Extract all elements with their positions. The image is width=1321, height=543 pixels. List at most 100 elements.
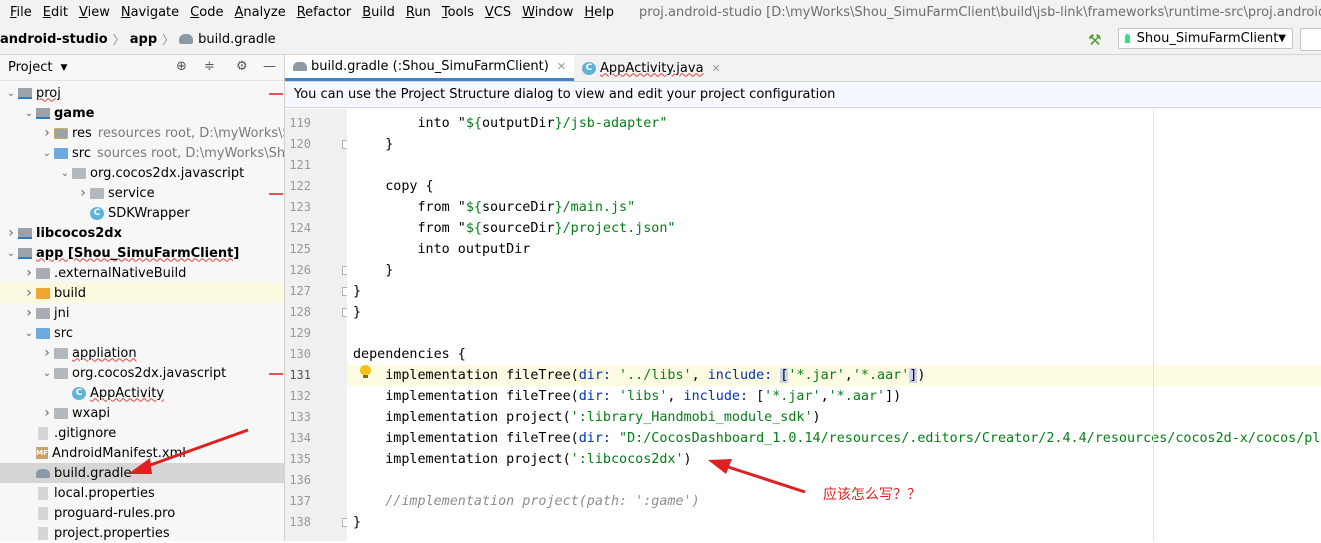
chevron-right-icon[interactable]: › [40, 405, 54, 421]
menu-item-navigate[interactable]: Navigate [117, 5, 183, 20]
chevron-down-icon[interactable]: ⌄ [4, 248, 18, 259]
menu-item-run[interactable]: Run [402, 5, 435, 20]
error-stripe-mark [269, 373, 283, 375]
tree-item-path: resources root, D:\myWorks\Shou [97, 125, 284, 141]
gear-icon[interactable]: ⚙ [236, 59, 248, 74]
tree-item[interactable]: C AppActivity [0, 383, 284, 403]
chevron-down-icon[interactable]: ▼ [60, 63, 67, 73]
code-line[interactable]: implementation fileTree(dir: "D:/CocosDa… [347, 428, 1321, 449]
breadcrumb-file[interactable]: build.gradle [198, 32, 276, 47]
menu-item-analyze[interactable]: Analyze [230, 5, 289, 20]
menu-item-refactor[interactable]: Refactor [293, 5, 356, 20]
tree-item[interactable]: local.properties [0, 483, 284, 503]
tree-item-label: res [72, 125, 92, 141]
tree-item[interactable]: › wxapi [0, 403, 284, 423]
chevron-down-icon[interactable]: ⌄ [40, 368, 54, 379]
code-line[interactable]: implementation fileTree(dir: '../libs', … [347, 365, 1321, 386]
chevron-down-icon[interactable]: ⌄ [22, 328, 36, 339]
code-line[interactable]: copy { [347, 176, 1321, 197]
code-line[interactable]: dependencies { [347, 344, 1321, 365]
intention-bulb-icon[interactable] [360, 365, 371, 378]
chevron-right-icon[interactable]: › [40, 345, 54, 361]
line-number: 134 [289, 431, 311, 445]
tree-item[interactable]: › res resources root, D:\myWorks\Shou [0, 123, 284, 143]
code-line[interactable]: implementation project(':libcocos2dx') [347, 449, 1321, 470]
tree-item-label: src [54, 325, 73, 341]
menu-item-view[interactable]: View [75, 5, 114, 20]
chevron-down-icon[interactable]: ⌄ [40, 148, 54, 159]
code-line[interactable]: implementation fileTree(dir: 'libs', inc… [347, 386, 1321, 407]
device-selector-button[interactable] [1300, 28, 1321, 51]
code-line[interactable]: } [347, 281, 1321, 302]
chevron-right-icon[interactable]: › [22, 265, 36, 281]
chevron-right-icon[interactable]: › [76, 185, 90, 201]
class-icon: C [72, 386, 86, 400]
tree-item[interactable]: ⌄ org.cocos2dx.javascript [0, 363, 284, 383]
menu-item-edit[interactable]: Edit [39, 5, 72, 20]
menu-item-code[interactable]: Code [186, 5, 227, 20]
tree-item[interactable]: ⌄ proj [0, 83, 284, 103]
tree-item[interactable]: › appliation [0, 343, 284, 363]
code-token: ':library_Handmobi_module_sdk' [570, 410, 813, 425]
chevron-right-icon[interactable]: › [4, 225, 18, 241]
tree-item[interactable]: proguard-rules.pro [0, 503, 284, 523]
window-title: proj.android-studio [D:\myWorks\Shou_Sim… [639, 4, 1321, 20]
tree-item[interactable]: › libcocos2dx [0, 223, 284, 243]
chevron-down-icon[interactable]: ⌄ [22, 108, 36, 119]
tree-item[interactable]: ⌄ org.cocos2dx.javascript [0, 163, 284, 183]
code-token: include: [683, 389, 757, 404]
menu-item-tools[interactable]: Tools [438, 5, 478, 20]
code-token: into outputDir [353, 242, 531, 257]
menu-item-file[interactable]: File [6, 5, 36, 20]
build-hammer-icon[interactable]: ⚒ [1088, 31, 1101, 49]
chevron-down-icon[interactable]: ⌄ [58, 168, 72, 179]
source-folder-icon [36, 327, 50, 339]
locate-target-icon[interactable]: ⊕ [176, 59, 187, 74]
menu-item-build[interactable]: Build [358, 5, 399, 20]
tree-item[interactable]: ⌄ app [Shou_SimuFarmClient] [0, 243, 284, 263]
code-line[interactable]: implementation project(':library_Handmob… [347, 407, 1321, 428]
code-line[interactable]: } [347, 512, 1321, 533]
code-line[interactable]: } [347, 302, 1321, 323]
tree-item[interactable]: › .externalNativeBuild [0, 263, 284, 283]
code-editor[interactable]: into "${outputDir}/jsb-adapter" } copy {… [347, 109, 1321, 541]
breadcrumb-module[interactable]: app [130, 32, 157, 47]
editor-tab[interactable]: C AppActivity.java ✕ [574, 55, 729, 81]
tree-item[interactable]: .gitignore [0, 423, 284, 443]
code-line[interactable]: from "${sourceDir}/project.json" [347, 218, 1321, 239]
tree-item[interactable]: › build [0, 283, 284, 303]
project-view-label[interactable]: Project [8, 60, 52, 75]
chevron-down-icon[interactable]: ⌄ [4, 88, 18, 99]
tree-item[interactable]: C SDKWrapper [0, 203, 284, 223]
code-line[interactable] [347, 323, 1321, 344]
close-tab-icon[interactable]: ✕ [557, 60, 566, 73]
chevron-right-icon[interactable]: › [40, 125, 54, 141]
tree-item[interactable]: › service [0, 183, 284, 203]
code-line[interactable]: } [347, 134, 1321, 155]
chevron-right-icon[interactable]: › [22, 285, 36, 301]
tree-item[interactable]: ⌄ src sources root, D:\myWorks\Shou_S [0, 143, 284, 163]
code-token: , [820, 389, 829, 404]
editor-tab[interactable]: build.gradle (:Shou_SimuFarmClient) ✕ [285, 55, 575, 81]
code-line[interactable]: from "${sourceDir}/main.js" [347, 197, 1321, 218]
run-configuration-select[interactable]: Shou_SimuFarmClient ▼ [1118, 28, 1293, 49]
close-tab-icon[interactable]: ✕ [712, 62, 721, 75]
tree-item[interactable]: MF AndroidManifest.xml [0, 443, 284, 463]
code-line[interactable]: into outputDir [347, 239, 1321, 260]
menu-item-help[interactable]: Help [580, 5, 618, 20]
tree-item[interactable]: ⌄ src [0, 323, 284, 343]
menu-item-window[interactable]: Window [518, 5, 577, 20]
tree-item[interactable]: project.properties [0, 523, 284, 543]
tree-item[interactable]: build.gradle [0, 463, 284, 483]
minimize-icon[interactable]: — [263, 59, 276, 74]
menu-item-vcs[interactable]: VCS [481, 5, 515, 20]
collapse-all-icon[interactable]: ≑ [204, 59, 215, 74]
tree-item[interactable]: ⌄ game [0, 103, 284, 123]
line-number: 124 [289, 221, 311, 235]
tree-item[interactable]: › jni [0, 303, 284, 323]
breadcrumb-project[interactable]: android-studio [0, 32, 108, 47]
code-line[interactable]: } [347, 260, 1321, 281]
code-line[interactable]: into "${outputDir}/jsb-adapter" [347, 113, 1321, 134]
chevron-right-icon[interactable]: › [22, 305, 36, 321]
code-line[interactable] [347, 155, 1321, 176]
